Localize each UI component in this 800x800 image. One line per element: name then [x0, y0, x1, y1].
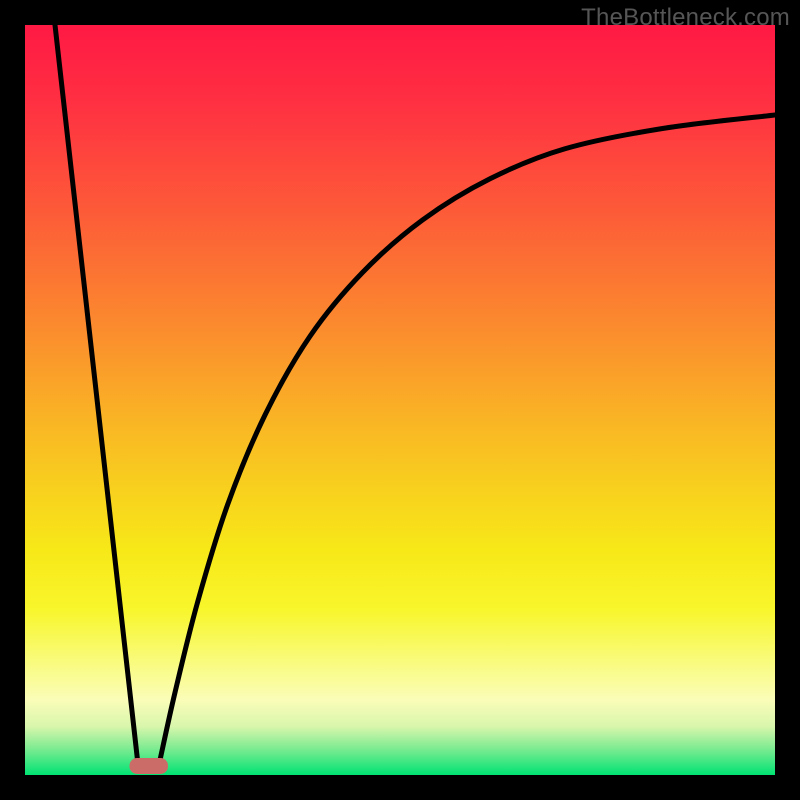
chart-frame: TheBottleneck.com: [0, 0, 800, 800]
plot-background: [25, 25, 775, 775]
minimum-marker: [130, 759, 168, 774]
watermark-text: TheBottleneck.com: [581, 4, 790, 32]
bottleneck-chart: [25, 25, 775, 775]
